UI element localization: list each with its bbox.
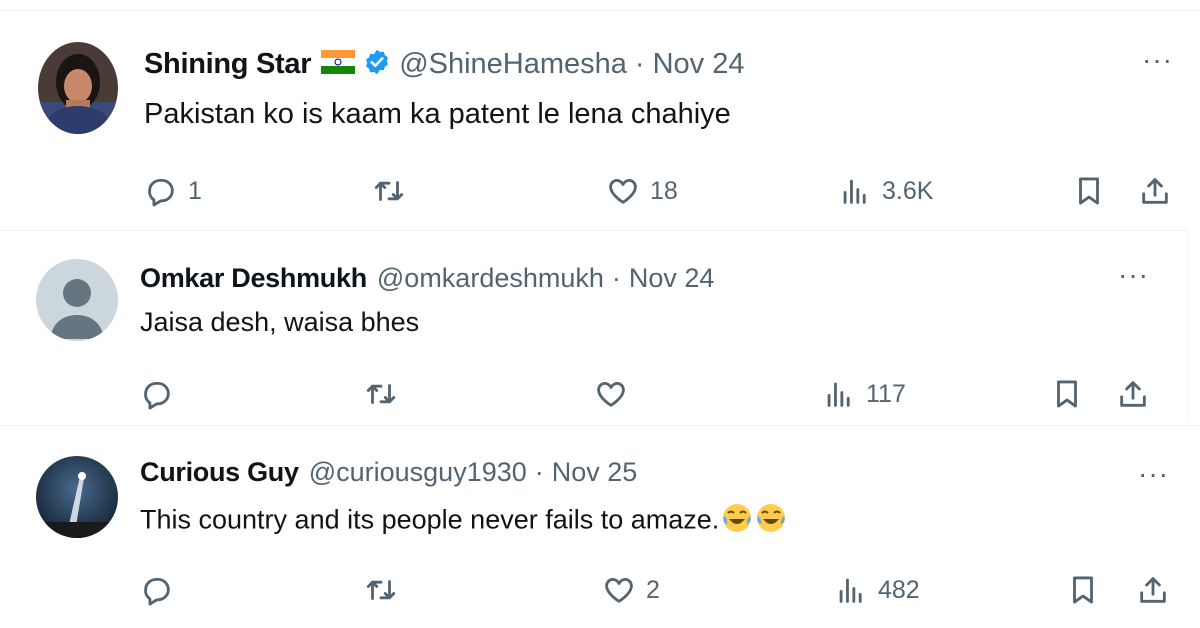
like-button[interactable] [594, 377, 638, 411]
tweet[interactable]: Omkar Deshmukh @omkardeshmukh · Nov 24 ·… [0, 230, 1189, 421]
user-handle[interactable]: @ShineHamesha [399, 48, 627, 81]
tweet-text: Pakistan ko is kaam ka patent le lena ch… [144, 98, 731, 130]
views-icon [827, 382, 850, 407]
tweet-text: This country and its people never fails … [140, 504, 720, 535]
separator: · [534, 456, 544, 487]
tweet[interactable]: Curious Guy @curiousguy1930 · Nov 25 ···… [0, 425, 1200, 628]
views-icon [843, 179, 866, 204]
heart-icon [597, 381, 625, 407]
reply-button[interactable] [140, 573, 184, 607]
user-handle[interactable]: @omkardeshmukh [377, 263, 604, 294]
avatar[interactable] [36, 456, 118, 538]
reply-button[interactable] [140, 377, 184, 411]
timestamp[interactable]: Nov 25 [552, 457, 638, 488]
face-with-tears-of-joy-icon [755, 502, 787, 541]
avatar[interactable] [38, 42, 118, 134]
separator: · [611, 262, 621, 293]
share-icon [1120, 381, 1146, 407]
reply-icon [144, 577, 170, 606]
retweet-icon [366, 384, 396, 404]
view-count: 3.6K [882, 176, 934, 205]
more-options-button[interactable]: ··· [1138, 458, 1169, 490]
retweet-icon [366, 580, 396, 600]
display-name[interactable]: Curious Guy [140, 457, 299, 488]
views-button[interactable]: 482 [834, 573, 920, 607]
separator: · [634, 47, 645, 80]
face-with-tears-of-joy-icon [721, 502, 753, 541]
like-button[interactable]: 18 [606, 174, 678, 208]
view-count: 482 [878, 575, 920, 604]
bookmark-button[interactable] [1072, 174, 1106, 208]
bookmark-button[interactable] [1066, 573, 1100, 607]
bookmark-icon [1073, 576, 1093, 604]
timestamp[interactable]: Nov 24 [653, 48, 745, 81]
reply-count: 1 [188, 176, 202, 205]
like-count: 2 [646, 575, 660, 604]
tweet-header: Curious Guy @curiousguy1930 · Nov 25 [140, 454, 637, 490]
retweet-button[interactable] [364, 377, 408, 411]
views-icon [839, 578, 862, 603]
bookmark-icon [1057, 380, 1077, 408]
retweet-button[interactable] [372, 174, 416, 208]
verified-badge-icon[interactable] [363, 48, 391, 81]
reply-thread: Shining Star @ShineHamesha · Nov 24 ··· [0, 0, 1200, 628]
retweet-icon [374, 181, 404, 201]
bookmark-button[interactable] [1050, 377, 1084, 411]
tweet-header: Shining Star @ShineHamesha · Nov 24 [144, 42, 744, 86]
more-options-button[interactable]: ··· [1142, 44, 1173, 76]
display-name[interactable]: Shining Star [144, 48, 311, 81]
share-button[interactable] [1116, 377, 1150, 411]
share-button[interactable] [1136, 573, 1170, 607]
more-options-button[interactable]: ··· [1118, 259, 1149, 291]
tweet-text-container: This country and its people never fails … [140, 502, 787, 541]
like-count: 18 [650, 176, 678, 205]
tweet-header: Omkar Deshmukh @omkardeshmukh · Nov 24 [140, 259, 714, 297]
like-button[interactable]: 2 [602, 573, 660, 607]
timestamp[interactable]: Nov 24 [629, 263, 715, 294]
reply-button[interactable]: 1 [144, 174, 202, 208]
bookmark-icon [1079, 177, 1099, 205]
india-flag-icon [321, 49, 356, 79]
heart-icon [609, 178, 637, 204]
share-icon [1140, 577, 1166, 603]
tweet[interactable]: Shining Star @ShineHamesha · Nov 24 ··· [0, 0, 1200, 220]
share-button[interactable] [1138, 174, 1172, 208]
reply-icon [144, 381, 170, 410]
views-button[interactable]: 3.6K [838, 174, 933, 208]
view-count: 117 [866, 379, 906, 408]
display-name[interactable]: Omkar Deshmukh [140, 263, 367, 294]
reply-icon [148, 178, 174, 207]
tweet-text: Jaisa desh, waisa bhes [140, 307, 420, 337]
retweet-button[interactable] [364, 573, 408, 607]
heart-icon [605, 577, 633, 603]
views-button[interactable]: 117 [822, 377, 906, 411]
share-icon [1142, 178, 1168, 204]
default-avatar[interactable] [36, 259, 118, 341]
user-handle[interactable]: @curiousguy1930 [309, 457, 527, 488]
